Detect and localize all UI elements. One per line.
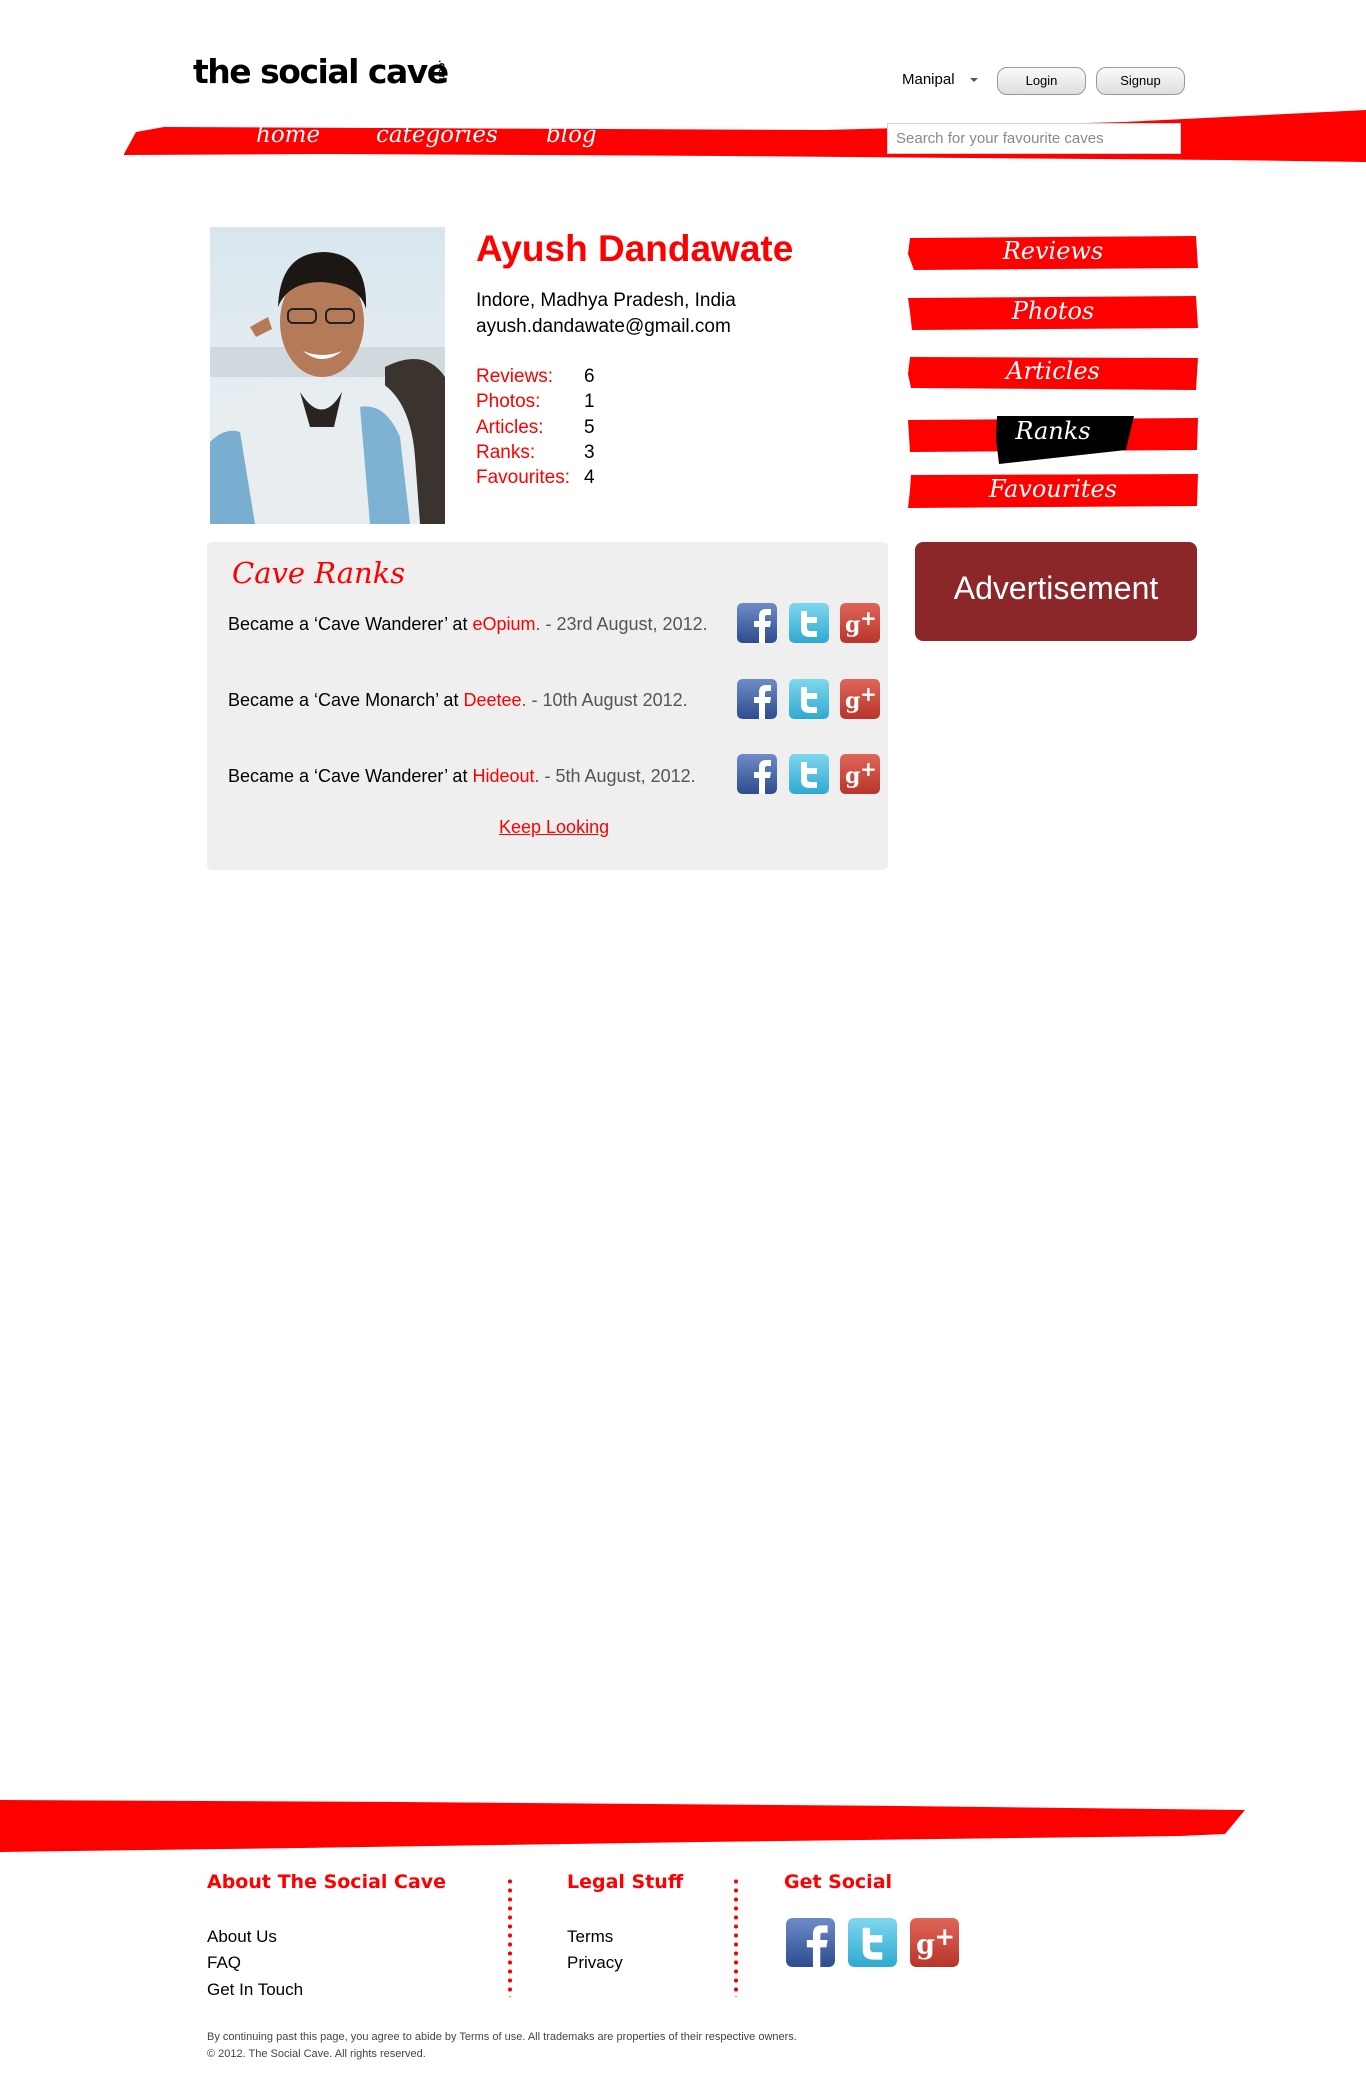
- site-logo[interactable]: the social cave: [193, 52, 449, 91]
- footer-link-terms[interactable]: Terms: [567, 1927, 613, 1947]
- profile-email: ayush.dandawate@gmail.com: [476, 316, 731, 337]
- stat-value: 4: [584, 467, 595, 489]
- menu-label: Articles: [1006, 357, 1100, 385]
- svg-text:+: +: [860, 606, 877, 630]
- rank-date: . - 5th August, 2012.: [534, 766, 696, 786]
- cave-ranks-title: Cave Ranks: [232, 556, 406, 590]
- svg-text:g: g: [845, 612, 860, 638]
- footer-link-faq[interactable]: FAQ: [207, 1953, 241, 1973]
- google-plus-icon[interactable]: g +: [840, 679, 880, 719]
- rank-item: Became a ‘Cave Monarch’ at Deetee. - 10t…: [228, 690, 688, 711]
- stat-label: Reviews:: [476, 366, 554, 387]
- keep-looking-link[interactable]: Keep Looking: [499, 817, 609, 838]
- footer-divider: [734, 1877, 738, 1997]
- menu-label: Favourites: [988, 475, 1118, 503]
- footer-disclaimer: By continuing past this page, you agree …: [207, 2031, 797, 2043]
- stat-row-photos: Photos: 1: [476, 391, 676, 416]
- stat-row-articles: Articles: 5: [476, 417, 676, 442]
- stat-value: 1: [584, 391, 595, 413]
- rank-date: . - 23rd August, 2012.: [535, 614, 708, 634]
- svg-text:g: g: [845, 688, 860, 714]
- facebook-icon[interactable]: [737, 754, 777, 794]
- search-input[interactable]: [887, 123, 1181, 154]
- svg-text:+: +: [935, 1922, 956, 1951]
- profile-stats: Reviews: 6 Photos: 1 Articles: 5 Ranks: …: [476, 366, 676, 492]
- menu-favourites[interactable]: Favourites: [908, 474, 1198, 508]
- menu-ranks[interactable]: Ranks: [908, 416, 1198, 466]
- stat-label: Ranks:: [476, 441, 536, 463]
- google-plus-icon[interactable]: g +: [840, 754, 880, 794]
- footer-legal-heading: Legal Stuff: [567, 1871, 684, 1893]
- rank-item: Became a ‘Cave Wanderer’ at Hideout. - 5…: [228, 766, 696, 787]
- footer-about-heading: About The Social Cave: [207, 1871, 447, 1893]
- stat-value: 3: [584, 441, 595, 463]
- nav-blog[interactable]: blog: [546, 122, 597, 148]
- profile-name: Ayush Dandawate: [476, 228, 794, 269]
- footer-copyright: © 2012. The Social Cave. All rights rese…: [207, 2048, 426, 2060]
- facebook-icon[interactable]: [786, 1918, 835, 1967]
- advertisement-box[interactable]: Advertisement: [915, 542, 1197, 641]
- stat-label: Favourites:: [476, 467, 570, 489]
- stat-row-ranks: Ranks: 3: [476, 442, 676, 467]
- stat-label: Articles:: [476, 416, 544, 438]
- rank-place-link[interactable]: Deetee: [463, 690, 521, 710]
- menu-label: Ranks: [1015, 417, 1091, 445]
- menu-photos[interactable]: Photos: [908, 296, 1198, 330]
- rank-place-link[interactable]: eOpium: [472, 614, 535, 634]
- rank-text: Became a ‘Cave Wanderer’ at: [228, 766, 473, 786]
- svg-text:+: +: [860, 682, 877, 706]
- rank-text: Became a ‘Cave Wanderer’ at: [228, 614, 473, 634]
- twitter-icon[interactable]: [789, 679, 829, 719]
- login-button[interactable]: Login: [997, 67, 1086, 95]
- google-plus-icon[interactable]: g +: [910, 1918, 959, 1967]
- footer-social-heading: Get Social: [784, 1871, 893, 1893]
- google-plus-icon[interactable]: g +: [840, 603, 880, 643]
- footer-link-get-in-touch[interactable]: Get In Touch: [207, 1980, 303, 2000]
- profile-location: Indore, Madhya Pradesh, India: [476, 290, 736, 311]
- twitter-icon[interactable]: [848, 1918, 897, 1967]
- signup-button[interactable]: Signup: [1096, 67, 1185, 95]
- menu-reviews[interactable]: Reviews: [908, 236, 1198, 270]
- location-selector[interactable]: Manipal: [902, 71, 955, 88]
- site-logo-suffix: .com: [436, 60, 447, 84]
- svg-text:g: g: [845, 763, 860, 789]
- stat-row-reviews: Reviews: 6: [476, 366, 676, 391]
- nav-home[interactable]: home: [256, 122, 320, 148]
- facebook-icon[interactable]: [737, 603, 777, 643]
- rank-date: . - 10th August 2012.: [521, 690, 688, 710]
- menu-label: Reviews: [1002, 237, 1104, 265]
- rank-item: Became a ‘Cave Wanderer’ at eOpium. - 23…: [228, 614, 708, 635]
- stat-value: 5: [584, 416, 595, 438]
- stat-row-favourites: Favourites: 4: [476, 467, 676, 492]
- stat-value: 6: [584, 366, 595, 387]
- twitter-icon[interactable]: [789, 603, 829, 643]
- footer-stripe: [0, 1800, 1245, 1852]
- menu-articles[interactable]: Articles: [908, 356, 1198, 390]
- rank-text: Became a ‘Cave Monarch’ at: [228, 690, 464, 710]
- chevron-down-icon[interactable]: [970, 78, 978, 82]
- svg-text:g: g: [916, 1930, 935, 1961]
- facebook-icon[interactable]: [737, 679, 777, 719]
- footer-link-about-us[interactable]: About Us: [207, 1927, 277, 1947]
- menu-label: Photos: [1011, 297, 1095, 325]
- twitter-icon[interactable]: [789, 754, 829, 794]
- footer-link-privacy[interactable]: Privacy: [567, 1953, 623, 1973]
- nav-categories[interactable]: categories: [376, 122, 498, 148]
- footer-divider: [508, 1877, 512, 1997]
- svg-text:+: +: [860, 757, 877, 781]
- rank-place-link[interactable]: Hideout: [472, 766, 534, 786]
- stat-label: Photos:: [476, 391, 541, 413]
- profile-photo: [210, 227, 445, 524]
